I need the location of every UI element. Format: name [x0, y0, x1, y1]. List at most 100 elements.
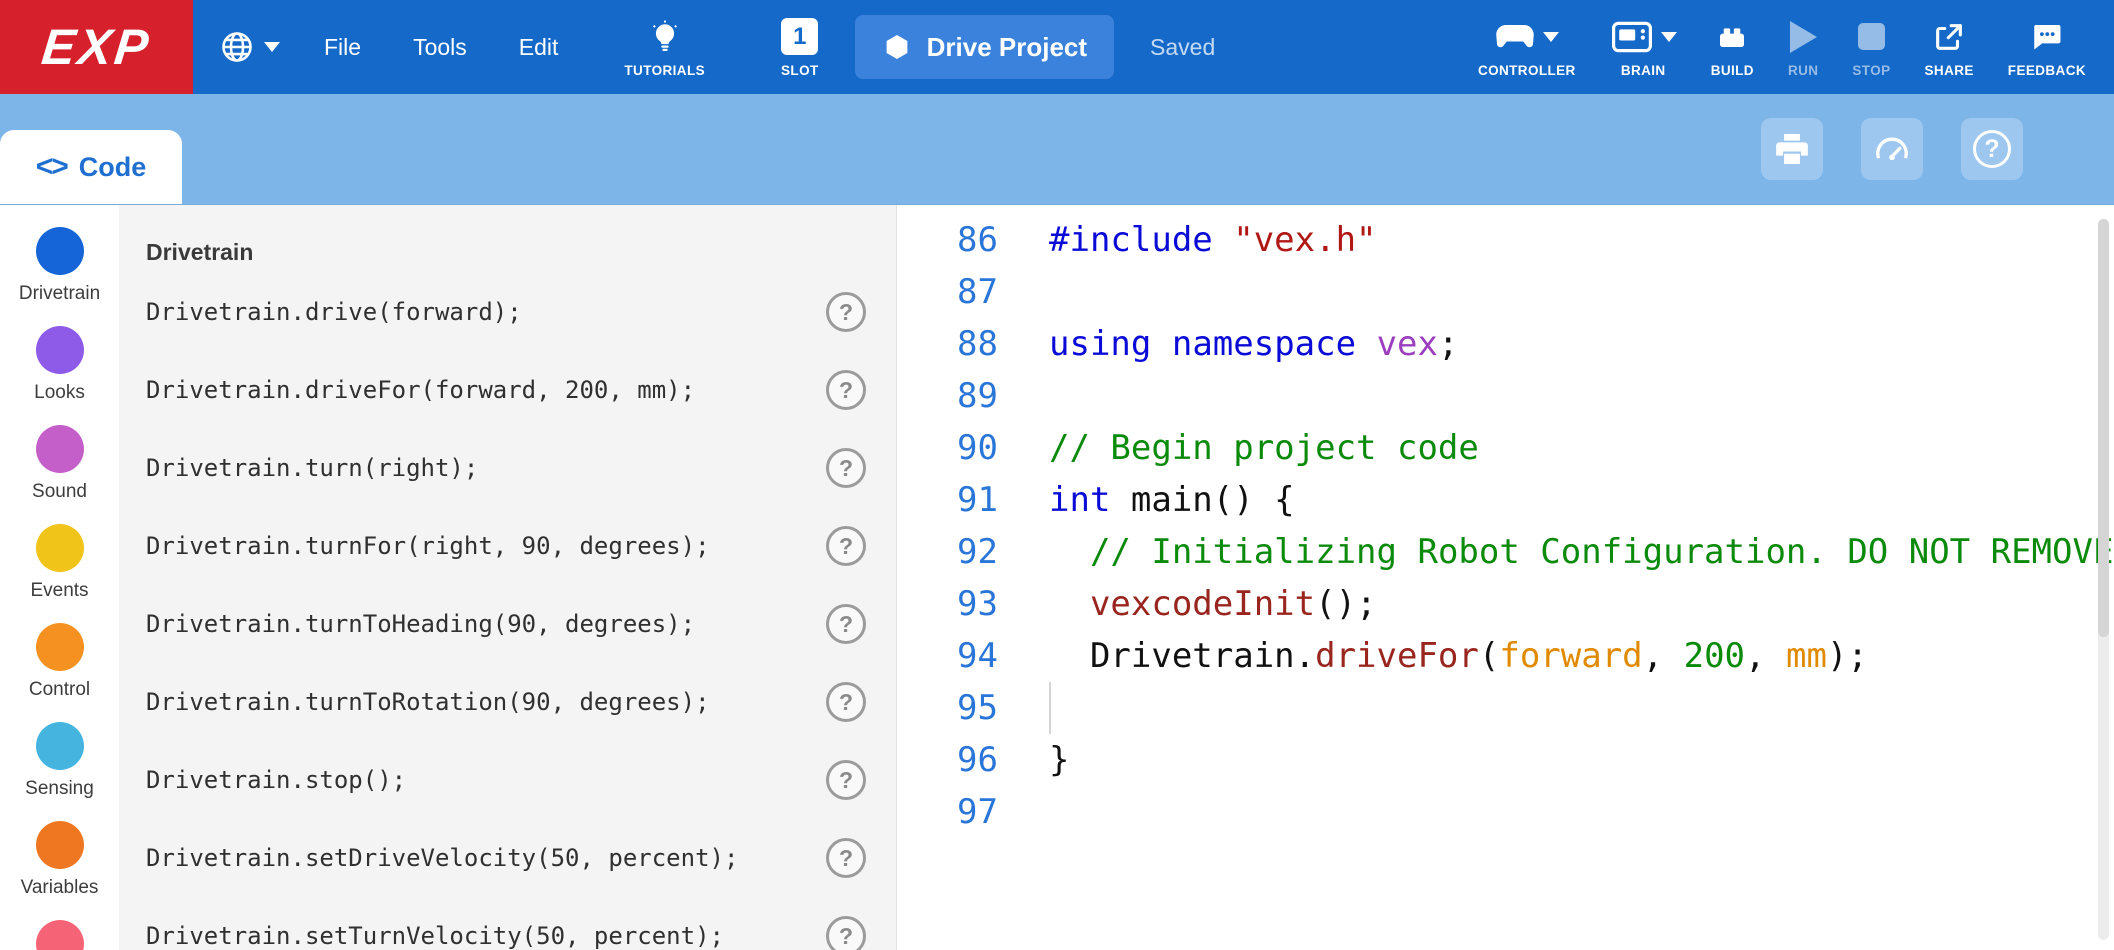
- code-token: int: [1049, 480, 1110, 520]
- sidebar-category-events[interactable]: Events: [0, 524, 119, 623]
- code-token: vexcodeInit: [1090, 584, 1315, 624]
- category-color-dot: [36, 326, 84, 374]
- category-label: Sensing: [25, 778, 94, 800]
- code-token: [1049, 584, 1090, 624]
- command-row[interactable]: Drivetrain.turnToHeading(90, degrees);?: [146, 585, 866, 663]
- feedback-label: FEEDBACK: [2008, 63, 2086, 78]
- command-help-button[interactable]: ?: [826, 604, 866, 644]
- menu-file[interactable]: File: [298, 34, 387, 61]
- stop-button[interactable]: STOP: [1840, 17, 1902, 78]
- editor-scrollbar-thumb[interactable]: [2098, 219, 2109, 637]
- command-list: Drivetrain.drive(forward);?Drivetrain.dr…: [146, 273, 866, 950]
- code-line-86[interactable]: 86#include "vex.h": [897, 214, 2114, 266]
- category-color-dot: [36, 524, 84, 572]
- code-token: mm: [1786, 636, 1827, 676]
- sidebar-category-item-8[interactable]: [0, 920, 119, 950]
- sidebar-category-drivetrain[interactable]: Drivetrain: [0, 227, 119, 326]
- sidebar-category-sensing[interactable]: Sensing: [0, 722, 119, 821]
- sidebar-category-looks[interactable]: Looks: [0, 326, 119, 425]
- share-button[interactable]: SHARE: [1913, 17, 1986, 78]
- category-color-dot: [36, 920, 84, 950]
- code-line-92[interactable]: 92 // Initializing Robot Configuration. …: [897, 526, 2114, 578]
- command-help-button[interactable]: ?: [826, 760, 866, 800]
- command-row[interactable]: Drivetrain.turn(right);?: [146, 429, 866, 507]
- command-row[interactable]: Drivetrain.turnFor(right, 90, degrees);?: [146, 507, 866, 585]
- command-help-button[interactable]: ?: [826, 916, 866, 950]
- category-list: Drivetrain Looks SoundEvents Control Sensing…: [0, 227, 119, 950]
- command-help-button[interactable]: ?: [826, 370, 866, 410]
- tutorials-button[interactable]: TUTORIALS: [624, 17, 705, 78]
- globe-icon: [219, 29, 255, 65]
- code-line-93[interactable]: 93 vexcodeInit();: [897, 578, 2114, 630]
- code-token: [1049, 532, 1090, 572]
- slot-button[interactable]: 1 SLOT: [781, 17, 819, 78]
- sidebar-category-sound[interactable]: Sound: [0, 425, 119, 524]
- command-help-button[interactable]: ?: [826, 448, 866, 488]
- command-row[interactable]: Drivetrain.setTurnVelocity(50, percent);…: [146, 897, 866, 950]
- command-help-button[interactable]: ?: [826, 526, 866, 566]
- code-line-94[interactable]: 94 Drivetrain.driveFor(forward, 200, mm)…: [897, 630, 2114, 682]
- save-status: Saved: [1150, 34, 1215, 61]
- code-line-97[interactable]: 97: [897, 786, 2114, 838]
- monitor-button[interactable]: [1861, 118, 1923, 180]
- code-token: [1151, 324, 1171, 364]
- code-line-96[interactable]: 96}: [897, 734, 2114, 786]
- run-button[interactable]: RUN: [1776, 17, 1830, 78]
- command-help-button[interactable]: ?: [826, 292, 866, 332]
- command-row[interactable]: Drivetrain.setDriveVelocity(50, percent)…: [146, 819, 866, 897]
- line-content: #include "vex.h": [1049, 214, 1377, 266]
- sidebar-category-control[interactable]: Control: [0, 623, 119, 722]
- line-number: 93: [897, 578, 998, 630]
- code-line-88[interactable]: 88using namespace vex;: [897, 318, 2114, 370]
- feedback-bubble-icon: [2029, 20, 2065, 54]
- command-row[interactable]: Drivetrain.driveFor(forward, 200, mm);?: [146, 351, 866, 429]
- feedback-button[interactable]: FEEDBACK: [1996, 17, 2098, 78]
- gamepad-icon: [1494, 22, 1536, 52]
- command-text: Drivetrain.drive(forward);: [146, 298, 522, 326]
- chevron-down-icon: [264, 42, 280, 52]
- code-line-90[interactable]: 90// Begin project code: [897, 422, 2114, 474]
- command-text: Drivetrain.setDriveVelocity(50, percent)…: [146, 844, 738, 872]
- code-token: using: [1049, 324, 1151, 364]
- project-name-button[interactable]: Drive Project: [855, 15, 1114, 79]
- category-sidebar: Drivetrain Looks SoundEvents Control Sensing…: [0, 205, 119, 950]
- code-editor[interactable]: 86#include "vex.h"8788using namespace ve…: [897, 205, 2114, 950]
- tab-code[interactable]: <> Code: [0, 130, 182, 204]
- command-help-button[interactable]: ?: [826, 838, 866, 878]
- menu-edit[interactable]: Edit: [493, 34, 585, 61]
- code-line-89[interactable]: 89: [897, 370, 2114, 422]
- gauge-icon: [1872, 129, 1912, 169]
- tutorials-label: TUTORIALS: [624, 63, 705, 78]
- editor-scrollbar[interactable]: [2098, 219, 2109, 940]
- menu-tools[interactable]: Tools: [387, 34, 493, 61]
- print-button[interactable]: [1761, 118, 1823, 180]
- share-label: SHARE: [1925, 63, 1974, 78]
- code-line-87[interactable]: 87: [897, 266, 2114, 318]
- category-color-dot: [36, 722, 84, 770]
- command-panel-header: Drivetrain: [146, 239, 866, 266]
- command-row[interactable]: Drivetrain.stop();?: [146, 741, 866, 819]
- code-token: [1356, 324, 1376, 364]
- help-button[interactable]: ?: [1961, 118, 2023, 180]
- code-line-91[interactable]: 91int main() {: [897, 474, 2114, 526]
- code-line-95[interactable]: 95: [897, 682, 2114, 734]
- line-number: 88: [897, 318, 998, 370]
- language-menu-button[interactable]: [219, 29, 280, 65]
- category-label: Looks: [34, 382, 85, 404]
- sidebar-category-variables[interactable]: Variables: [0, 821, 119, 920]
- controller-label: CONTROLLER: [1478, 63, 1576, 78]
- line-number: 95: [897, 682, 998, 734]
- stop-label: STOP: [1852, 63, 1890, 78]
- line-number: 97: [897, 786, 998, 838]
- controller-button[interactable]: CONTROLLER: [1466, 17, 1588, 78]
- slot-label: SLOT: [781, 63, 819, 78]
- command-help-button[interactable]: ?: [826, 682, 866, 722]
- lightbulb-icon: [648, 20, 682, 54]
- top-toolbar: EXP File Tools Edit TUTORIALS: [0, 0, 2114, 94]
- command-row[interactable]: Drivetrain.turnToRotation(90, degrees);?: [146, 663, 866, 741]
- brain-button[interactable]: BRAIN: [1598, 17, 1689, 78]
- build-button[interactable]: BUILD: [1699, 17, 1766, 78]
- command-row[interactable]: Drivetrain.drive(forward);?: [146, 273, 866, 351]
- category-label: Control: [29, 679, 90, 701]
- category-color-dot: [36, 821, 84, 869]
